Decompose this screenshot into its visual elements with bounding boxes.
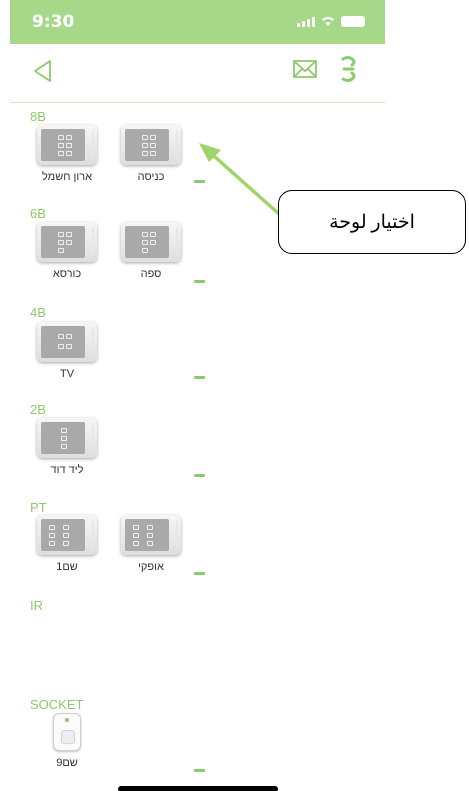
- section-title-ir: IR: [30, 598, 43, 613]
- switch-panel-icon: [37, 515, 97, 555]
- home-indicator: [118, 786, 278, 791]
- switch-panel-icon: [37, 322, 97, 362]
- annotation-callout: اختيار لوحة: [278, 190, 466, 254]
- section-title-pt: PT: [30, 500, 47, 515]
- section-title-8b: 8B: [30, 109, 46, 124]
- device-label: שם9: [56, 757, 78, 769]
- status-time: 9:30: [32, 12, 75, 32]
- switch-panel-icon: [37, 222, 97, 262]
- section-edit-dash[interactable]: [194, 769, 205, 772]
- device-label: ליד דוד: [50, 464, 84, 476]
- device-panel[interactable]: ספה: [117, 222, 185, 280]
- section-edit-dash[interactable]: [194, 474, 205, 477]
- switch-panel-icon: [37, 125, 97, 165]
- switch-panel-icon: [37, 418, 97, 458]
- device-label: ספה: [140, 268, 162, 280]
- annotation-label: اختيار لوحة: [329, 211, 415, 233]
- wifi-icon: [322, 17, 334, 26]
- menu-icon[interactable]: [335, 52, 365, 86]
- switch-panel-icon: [121, 515, 181, 555]
- device-panel[interactable]: כניסה: [117, 125, 185, 183]
- phone-screen: 9:30 8B ארון חשמל כניסה 6B כורסא ספה 4B …: [10, 0, 385, 791]
- smart-socket-icon: [53, 713, 81, 751]
- switch-panel-icon: [121, 125, 181, 165]
- device-label: אופקי: [138, 561, 164, 573]
- device-panel[interactable]: שם1: [33, 515, 101, 573]
- battery-icon: [341, 16, 365, 27]
- device-label: ארון חשמל: [41, 171, 93, 183]
- device-panel[interactable]: TV: [33, 322, 101, 380]
- signal-icon: [297, 17, 315, 27]
- section-title-2b: 2B: [30, 402, 46, 417]
- device-label: TV: [59, 368, 75, 380]
- status-bar: 9:30: [10, 0, 385, 44]
- section-title-6b: 6B: [30, 206, 46, 221]
- device-panel[interactable]: ארון חשמל: [33, 125, 101, 183]
- section-title-4b: 4B: [30, 305, 46, 320]
- device-panel[interactable]: כורסא: [33, 222, 101, 280]
- device-label: כניסה: [137, 171, 165, 183]
- nav-bar: [10, 44, 385, 103]
- device-panel[interactable]: ליד דוד: [33, 418, 101, 476]
- section-edit-dash[interactable]: [194, 376, 205, 379]
- device-panel[interactable]: אופקי: [117, 515, 185, 573]
- back-triangle-icon[interactable]: [30, 56, 60, 86]
- section-title-socket: SOCKET: [30, 697, 84, 712]
- status-icons: [297, 15, 365, 27]
- envelope-icon[interactable]: [290, 54, 320, 84]
- device-label: שם1: [56, 561, 78, 573]
- annotation-arrow-icon: [199, 143, 281, 216]
- section-edit-dash[interactable]: [194, 280, 205, 283]
- device-label: כורסא: [52, 268, 82, 280]
- switch-panel-icon: [121, 222, 181, 262]
- device-socket[interactable]: שם9: [33, 713, 101, 769]
- section-edit-dash[interactable]: [194, 572, 205, 575]
